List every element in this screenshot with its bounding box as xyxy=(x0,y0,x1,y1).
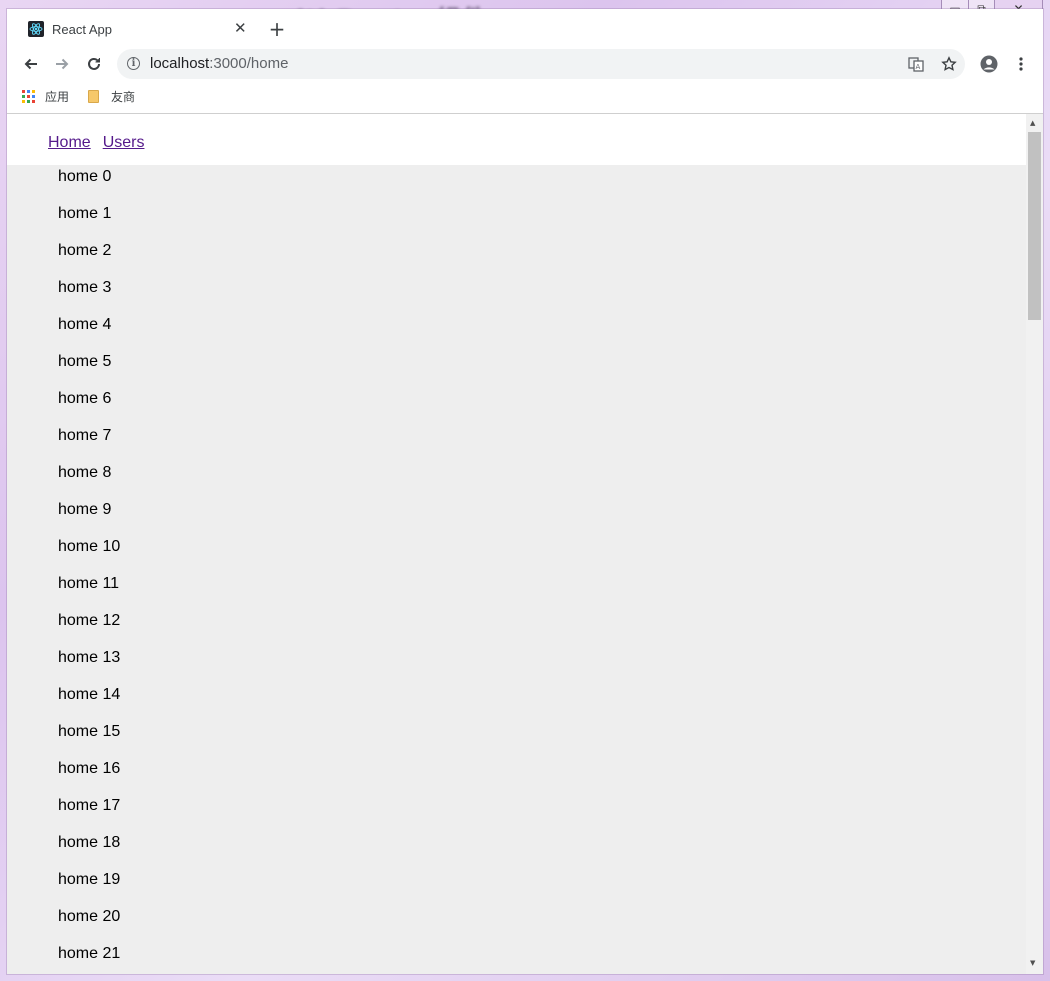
list-item: home 20 xyxy=(58,908,121,925)
list-item: home 4 xyxy=(58,316,112,333)
bookmark-folder[interactable]: 友商 xyxy=(88,88,135,105)
url-path: :3000/home xyxy=(209,55,289,72)
list-item: home 1 xyxy=(58,205,112,222)
react-logo-icon xyxy=(28,21,44,37)
list-item: home 7 xyxy=(58,427,112,444)
folder-icon xyxy=(88,90,99,103)
toolbar: i localhost:3000/home A xyxy=(7,46,1043,83)
scroll-down-icon[interactable]: ▼ xyxy=(1030,959,1035,967)
list-item: home 8 xyxy=(58,464,112,481)
list-item: home 19 xyxy=(58,871,121,888)
list-item: home 11 xyxy=(58,575,120,592)
list-item: home 5 xyxy=(58,353,112,370)
menu-kebab-icon[interactable] xyxy=(1009,52,1033,76)
browser-window: React App ✕ + i localhost:3000/home A 应用… xyxy=(7,9,1043,974)
page-nav: Home Users xyxy=(48,134,156,152)
list-item: home 0 xyxy=(58,168,112,185)
home-list: home 0 home 1 home 2 home 3 home 4 home 5 home… xyxy=(7,165,1026,974)
profile-avatar-icon[interactable] xyxy=(977,52,1001,76)
reload-icon[interactable] xyxy=(82,52,106,76)
site-info-icon[interactable]: i xyxy=(127,57,140,70)
list-item: home 16 xyxy=(58,760,121,777)
nav-link-users[interactable]: Users xyxy=(103,134,145,151)
tab-react-app[interactable]: React App ✕ xyxy=(16,12,256,46)
tab-close-icon[interactable]: ✕ xyxy=(234,19,247,37)
bookmark-star-icon[interactable] xyxy=(938,53,960,75)
apps-grid-icon xyxy=(22,90,35,103)
scroll-thumb[interactable] xyxy=(1028,132,1041,320)
list-item: home 12 xyxy=(58,612,121,629)
bookmark-apps[interactable]: 应用 xyxy=(22,88,69,105)
list-item: home 3 xyxy=(58,279,112,296)
address-bar[interactable]: i localhost:3000/home A xyxy=(117,49,965,79)
tab-title: React App xyxy=(52,22,112,37)
vertical-scrollbar[interactable]: ▲ ▼ xyxy=(1026,114,1043,974)
list-item: home 6 xyxy=(58,390,112,407)
svg-text:A: A xyxy=(916,63,921,71)
url-host: localhost xyxy=(150,55,210,72)
bookmark-folder-label: 友商 xyxy=(111,90,136,104)
list-item: home 9 xyxy=(58,501,112,518)
scroll-up-icon[interactable]: ▲ xyxy=(1030,119,1035,127)
list-item: home 18 xyxy=(58,834,121,851)
bookmarks-bar: 应用 友商 xyxy=(7,83,1043,114)
list-item: home 10 xyxy=(58,538,121,555)
bookmark-apps-label: 应用 xyxy=(45,90,70,104)
list-item: home 21 xyxy=(58,945,121,962)
list-item: home 17 xyxy=(58,797,121,814)
new-tab-button[interactable]: + xyxy=(264,16,290,42)
forward-icon[interactable] xyxy=(50,52,74,76)
page-viewport[interactable]: Home Users home 0 home 1 home 2 home 3 home 4… xyxy=(7,114,1043,974)
list-item: home 13 xyxy=(58,649,121,666)
tab-strip: React App ✕ + xyxy=(7,9,1043,46)
translate-icon[interactable]: A xyxy=(905,53,927,75)
list-item: home 2 xyxy=(58,242,112,259)
list-item: home 14 xyxy=(58,686,121,703)
list-item: home 15 xyxy=(58,723,121,740)
url-text[interactable]: localhost:3000/home xyxy=(150,55,288,72)
back-icon[interactable] xyxy=(19,52,43,76)
nav-link-home[interactable]: Home xyxy=(48,134,91,151)
